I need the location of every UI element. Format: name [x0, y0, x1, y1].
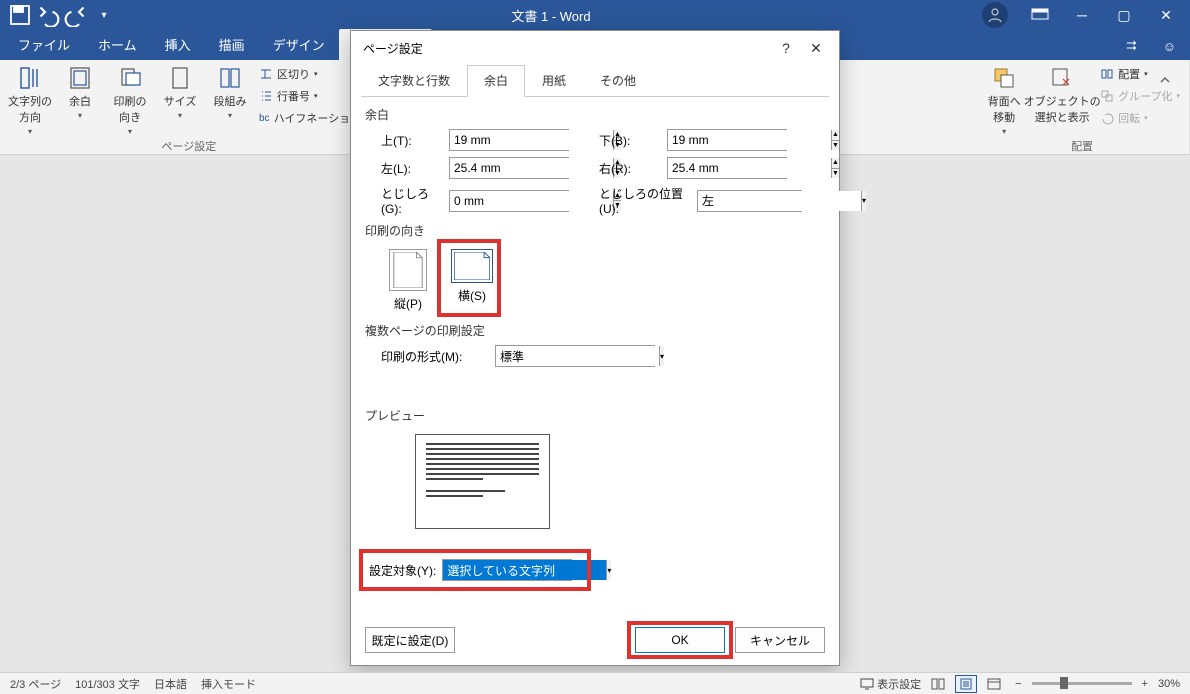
- ribbon-collapse-icon[interactable]: [1158, 73, 1172, 92]
- dialog-help-button[interactable]: ?: [771, 33, 801, 63]
- view-print-layout[interactable]: [955, 675, 977, 693]
- status-language[interactable]: 日本語: [154, 676, 187, 692]
- minimize-button[interactable]: ─: [1062, 0, 1102, 30]
- margin-bottom-label: 下(B):: [573, 132, 663, 149]
- redo-icon[interactable]: [64, 3, 88, 27]
- dialog-title: ページ設定: [363, 40, 423, 57]
- window-title: 文書 1 - Word: [124, 6, 978, 25]
- gutter-input[interactable]: ▲▼: [449, 190, 569, 212]
- margin-bottom-input[interactable]: ▲▼: [667, 129, 787, 151]
- tab-draw[interactable]: 描画: [205, 29, 259, 60]
- tab-home[interactable]: ホーム: [84, 29, 151, 60]
- zoom-out-button[interactable]: −: [1011, 678, 1025, 690]
- feedback-icon[interactable]: ☺: [1153, 33, 1186, 60]
- preview-thumbnail: [415, 434, 550, 529]
- selection-pane-button[interactable]: オブジェクトの 選択と表示: [1029, 63, 1095, 125]
- print-format-label: 印刷の形式(M):: [381, 348, 485, 365]
- tab-design[interactable]: デザイン: [259, 29, 339, 60]
- margins-button[interactable]: 余白▾: [56, 63, 104, 120]
- dialog-tab-other[interactable]: その他: [583, 65, 653, 96]
- gutter-pos-label: とじしろの位置(U):: [573, 185, 693, 216]
- orientation-portrait[interactable]: 縦(P): [385, 245, 431, 316]
- zoom-in-button[interactable]: +: [1138, 678, 1152, 690]
- dialog-tab-paper[interactable]: 用紙: [525, 65, 583, 96]
- section-orientation-label: 印刷の向き: [365, 222, 825, 239]
- qat-customize-icon[interactable]: ▾: [92, 3, 116, 27]
- zoom-level[interactable]: 30%: [1158, 678, 1180, 690]
- section-preview-label: プレビュー: [365, 407, 825, 424]
- set-default-button[interactable]: 既定に設定(D): [365, 627, 455, 653]
- gutter-pos-combo[interactable]: ▾: [697, 190, 802, 212]
- status-bar: 2/3 ページ 101/303 文字 日本語 挿入モード 表示設定 − + 30…: [0, 672, 1190, 694]
- margin-top-label: 上(T):: [365, 132, 445, 149]
- send-backward-button[interactable]: 背面へ 移動▾: [981, 63, 1027, 136]
- tab-file[interactable]: ファイル: [4, 29, 84, 60]
- margin-top-input[interactable]: ▲▼: [449, 129, 569, 151]
- orientation-button[interactable]: 印刷の 向き▾: [106, 63, 154, 136]
- section-margins-label: 余白: [365, 106, 825, 123]
- dialog-tab-margins[interactable]: 余白: [467, 65, 525, 97]
- margin-left-input[interactable]: ▲▼: [449, 157, 569, 179]
- view-read-mode[interactable]: [927, 675, 949, 693]
- status-page[interactable]: 2/3 ページ: [10, 676, 61, 692]
- print-format-combo[interactable]: ▾: [495, 345, 655, 367]
- share-icon[interactable]: ⮆: [1116, 32, 1146, 60]
- display-settings-button[interactable]: 表示設定: [860, 676, 921, 692]
- user-avatar[interactable]: [982, 2, 1008, 28]
- section-multipage-label: 複数ページの印刷設定: [365, 322, 825, 339]
- orientation-landscape[interactable]: 横(S): [447, 245, 497, 316]
- save-icon[interactable]: [8, 3, 32, 27]
- ribbon-display-options-icon[interactable]: [1020, 0, 1060, 30]
- zoom-slider[interactable]: [1032, 682, 1132, 685]
- title-bar: ▾ 文書 1 - Word ─ ▢ ✕: [0, 0, 1190, 30]
- columns-button[interactable]: 段組み▾: [206, 63, 254, 120]
- chevron-down-icon: ▾: [861, 191, 866, 211]
- status-words[interactable]: 101/303 文字: [75, 676, 140, 692]
- size-button[interactable]: サイズ▾: [156, 63, 204, 120]
- maximize-button[interactable]: ▢: [1104, 0, 1144, 30]
- status-insert-mode[interactable]: 挿入モード: [201, 676, 256, 692]
- page-setup-dialog: ページ設定 ? ✕ 文字数と行数 余白 用紙 その他 余白 上(T): ▲▼ 下…: [350, 30, 840, 666]
- rotate-button[interactable]: 回転▾: [1097, 109, 1183, 127]
- dialog-tab-chars-lines[interactable]: 文字数と行数: [361, 65, 467, 96]
- undo-icon[interactable]: [36, 3, 60, 27]
- margin-left-label: 左(L):: [365, 160, 445, 177]
- margin-right-input[interactable]: ▲▼: [667, 157, 787, 179]
- close-button[interactable]: ✕: [1146, 0, 1186, 30]
- dialog-close-button[interactable]: ✕: [801, 33, 831, 63]
- group-arrange-label: 配置: [981, 136, 1183, 156]
- group-page-setup-label: ページ設定: [6, 136, 372, 156]
- text-direction-button[interactable]: 文字列の 方向▾: [6, 63, 54, 136]
- tab-insert[interactable]: 挿入: [151, 29, 205, 60]
- view-web-layout[interactable]: [983, 675, 1005, 693]
- margin-right-label: 右(R):: [573, 160, 663, 177]
- gutter-label: とじしろ(G):: [365, 185, 445, 216]
- cancel-button[interactable]: キャンセル: [735, 627, 825, 653]
